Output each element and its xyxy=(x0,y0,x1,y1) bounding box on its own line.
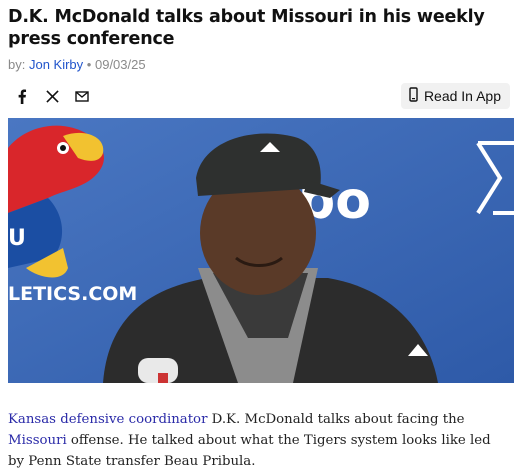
caption-text-1: D.K. McDonald talks about facing the xyxy=(207,412,465,427)
article-title: D.K. McDonald talks about Missouri in hi… xyxy=(8,7,485,49)
share-bar xyxy=(8,84,98,108)
publish-date: 09/03/25 xyxy=(94,57,146,72)
byline: by: Jon Kirby • 09/03/25 xyxy=(8,57,146,72)
byline-prefix: by: xyxy=(8,57,26,72)
photo-caption: Kansas defensive coordinator D.K. McDona… xyxy=(8,409,508,472)
byline-separator: • xyxy=(86,57,92,72)
caption-text-2: offense. He talked about what the Tigers… xyxy=(8,433,491,469)
read-in-app-label: Read In App xyxy=(423,88,501,104)
caption-link-kansas-dc[interactable]: Kansas defensive coordinator xyxy=(8,412,207,427)
facebook-icon[interactable] xyxy=(8,84,36,108)
caption-link-missouri[interactable]: Missouri xyxy=(8,433,67,448)
phone-icon xyxy=(409,87,418,105)
read-in-app-button[interactable]: Read In App xyxy=(400,83,510,109)
hero-image: U LETICS.COM bo xyxy=(8,118,514,383)
backdrop-text-2: LETICS.COM xyxy=(8,283,137,305)
microphone xyxy=(138,358,178,383)
author-link[interactable]: Jon Kirby xyxy=(29,57,83,72)
svg-text:U: U xyxy=(8,226,26,251)
x-twitter-icon[interactable] xyxy=(38,84,66,108)
email-icon[interactable] xyxy=(68,84,96,108)
